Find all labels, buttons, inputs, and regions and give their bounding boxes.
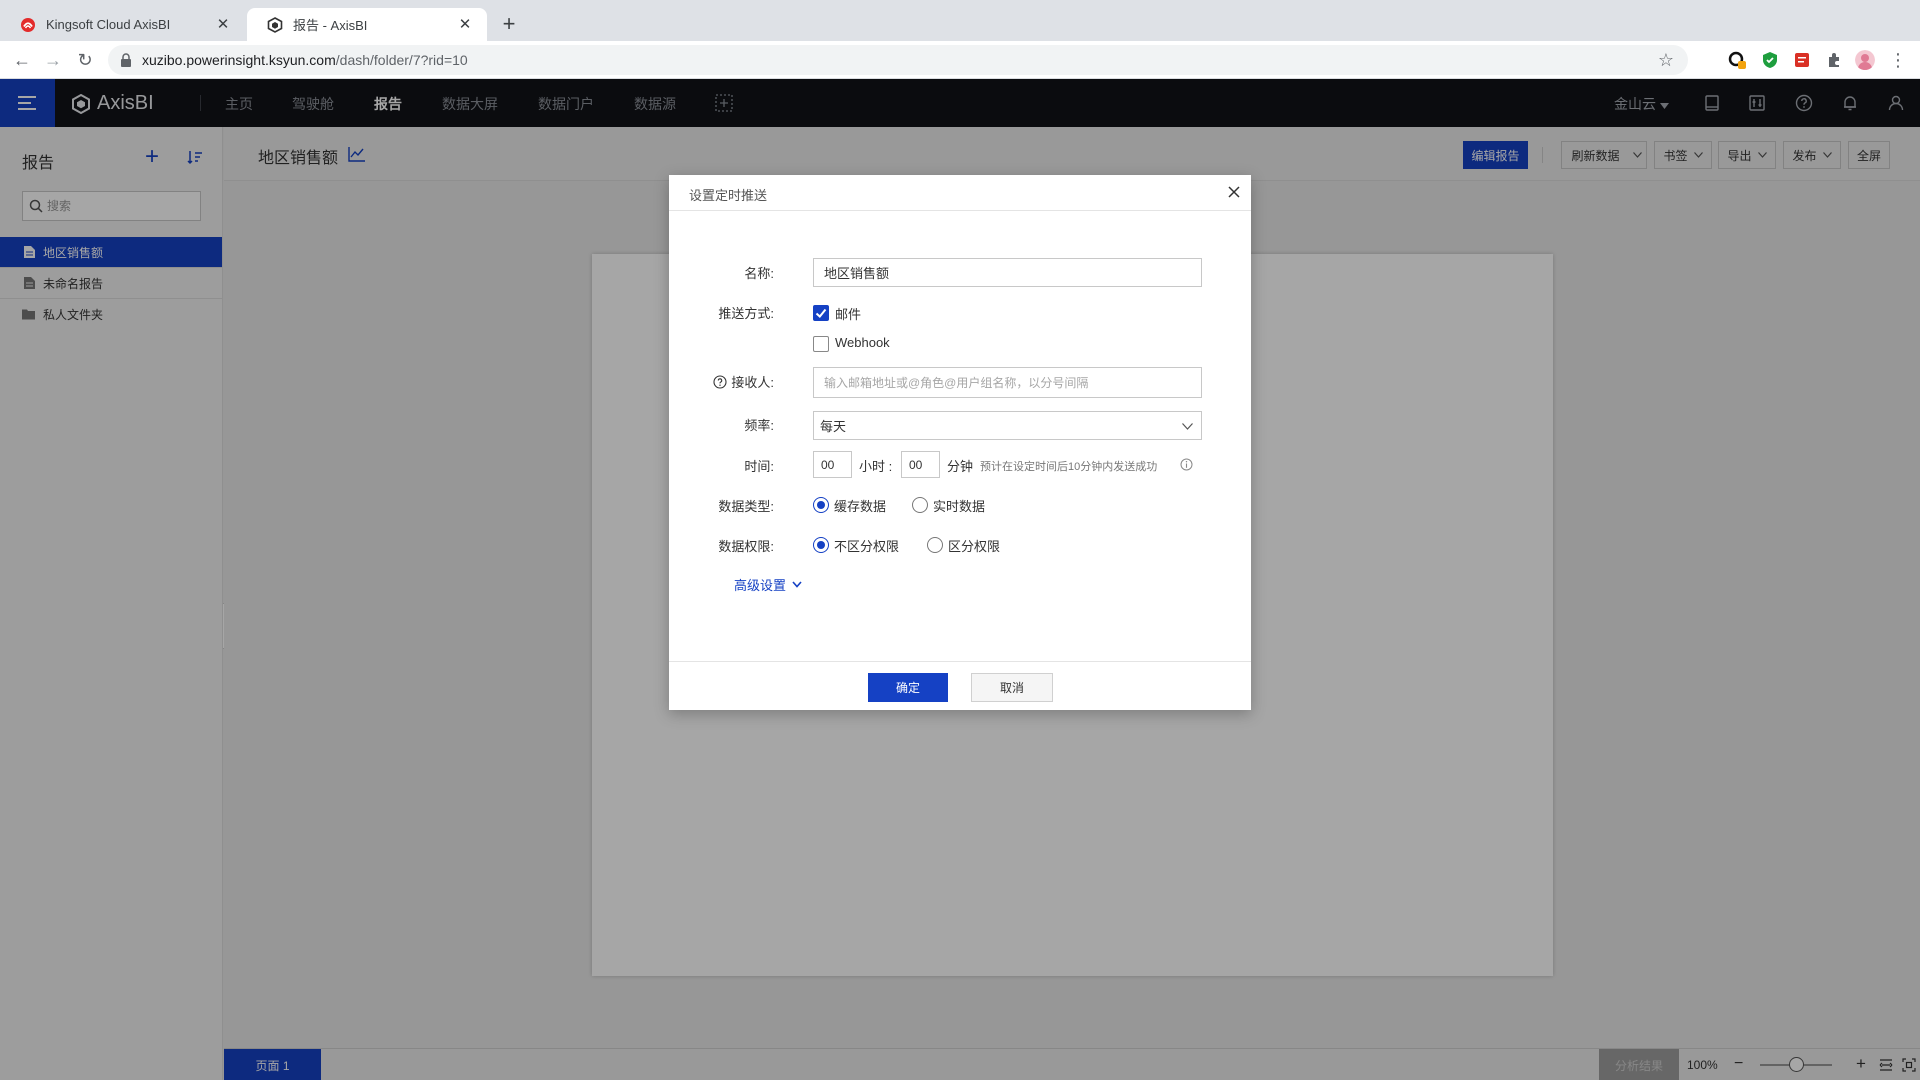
recipient-input[interactable]: [813, 367, 1202, 398]
data-type-label: 数据类型:: [718, 499, 774, 514]
new-tab-button[interactable]: +: [498, 13, 520, 35]
checkmark-icon: [815, 308, 827, 318]
webhook-checkbox[interactable]: [813, 336, 829, 352]
schedule-push-dialog: 设置定时推送 名称: 推送方式: 邮件 Webhook 接收人: 频率: 每天 …: [669, 175, 1251, 710]
browser-tabstrip: Kingsoft Cloud AxisBI ✕ 报告 - AxisBI ✕ +: [0, 0, 1920, 41]
extension-icon[interactable]: [1727, 50, 1747, 70]
dialog-title: 设置定时推送: [689, 188, 768, 203]
email-label: 邮件: [835, 307, 862, 322]
confirm-button[interactable]: 确定: [868, 673, 948, 702]
cache-data-label: 缓存数据: [834, 499, 887, 514]
close-icon[interactable]: ✕: [457, 16, 473, 33]
permission-split-label: 区分权限: [948, 539, 1001, 554]
help-icon[interactable]: [713, 375, 727, 389]
advanced-settings-toggle[interactable]: 高级设置: [734, 575, 802, 594]
profile-avatar-icon[interactable]: [1855, 50, 1875, 70]
reload-icon[interactable]: ↻: [75, 50, 95, 70]
browser-tab-title: 报告 - AxisBI: [293, 18, 368, 33]
no-permission-split-label: 不区分权限: [834, 539, 900, 554]
realtime-data-label: 实时数据: [933, 499, 986, 514]
back-icon[interactable]: ←: [12, 50, 32, 70]
recipient-label-text: 接收人:: [731, 375, 774, 390]
address-bar[interactable]: xuzibo.powerinsight.ksyun.com/dash/folde…: [108, 45, 1688, 75]
note-extension-icon[interactable]: [1792, 50, 1812, 70]
time-hint: 预计在设定时间后10分钟内发送成功: [980, 461, 1158, 473]
browser-menu-icon[interactable]: ⋮: [1888, 50, 1908, 70]
info-icon[interactable]: [1180, 458, 1193, 471]
browser-tab-report[interactable]: 报告 - AxisBI ✕: [247, 8, 487, 41]
browser-tab-title: Kingsoft Cloud AxisBI: [46, 17, 171, 32]
close-icon[interactable]: ✕: [215, 16, 231, 33]
minute-input[interactable]: [901, 451, 940, 478]
advanced-settings-label: 高级设置: [734, 578, 787, 593]
close-icon[interactable]: [1226, 184, 1242, 200]
frequency-label: 频率:: [744, 418, 774, 433]
cache-data-radio[interactable]: [813, 497, 829, 513]
data-permission-label: 数据权限:: [718, 539, 774, 554]
email-checkbox[interactable]: [813, 305, 829, 321]
frequency-value: 每天: [820, 419, 847, 434]
permission-split-radio[interactable]: [927, 537, 943, 553]
bookmark-star-icon[interactable]: ☆: [1658, 50, 1674, 71]
dialog-header: 设置定时推送: [669, 175, 1251, 211]
shield-extension-icon[interactable]: [1760, 50, 1780, 70]
kingsoft-cloud-icon: [21, 17, 35, 32]
recipient-label: 接收人:: [674, 372, 774, 391]
browser-tab-kingsoft[interactable]: Kingsoft Cloud AxisBI ✕: [0, 8, 245, 41]
realtime-data-radio[interactable]: [912, 497, 928, 513]
chevron-down-icon: [792, 581, 802, 588]
time-label: 时间:: [744, 459, 774, 474]
axisbi-logo-icon: [267, 16, 283, 33]
name-input[interactable]: [813, 258, 1202, 287]
url-host: xuzibo.powerinsight.ksyun.com: [142, 52, 336, 68]
puzzle-extensions-icon[interactable]: [1824, 50, 1844, 70]
chevron-down-icon: [1182, 423, 1193, 430]
browser-toolbar: ← → ↻ xuzibo.powerinsight.ksyun.com/dash…: [0, 41, 1920, 79]
minute-unit: 分钟: [947, 459, 974, 474]
push-method-label: 推送方式:: [718, 306, 774, 321]
name-label: 名称:: [744, 266, 774, 281]
forward-icon[interactable]: →: [43, 50, 63, 70]
no-permission-split-radio[interactable]: [813, 537, 829, 553]
hour-unit: 小时 :: [859, 459, 893, 474]
url-text: xuzibo.powerinsight.ksyun.com/dash/folde…: [142, 52, 468, 68]
url-path: /dash/folder/7?rid=10: [335, 52, 468, 68]
dialog-footer: 确定 取消: [669, 661, 1251, 710]
hour-input[interactable]: [813, 451, 852, 478]
cancel-button[interactable]: 取消: [971, 673, 1053, 702]
webhook-label: Webhook: [835, 335, 890, 350]
frequency-select[interactable]: 每天: [813, 411, 1202, 440]
lock-icon: [121, 53, 131, 67]
